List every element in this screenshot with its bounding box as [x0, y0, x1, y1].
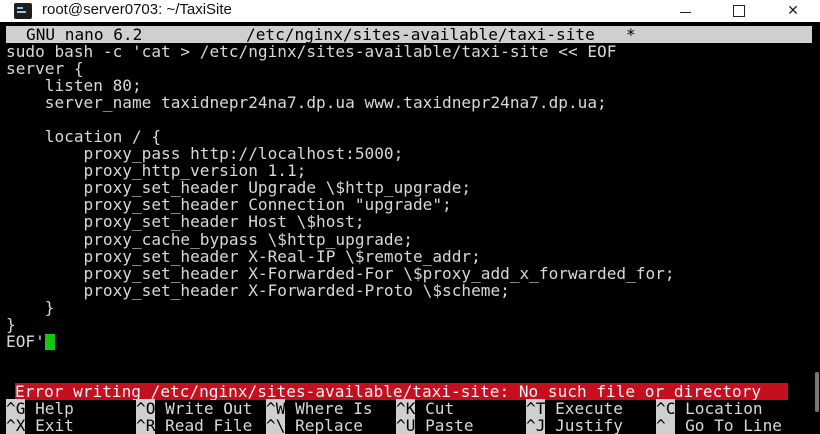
code-line-text: EOF': [6, 331, 45, 351]
shortcut-key: ^_: [656, 416, 676, 434]
nano-version: GNU nano 6.2: [26, 25, 143, 44]
shortcut-go-to-line[interactable]: ^_ Go To Line: [656, 416, 782, 434]
code-line: location / {: [6, 127, 162, 147]
shortcut-where-is[interactable]: ^W Where Is: [266, 399, 373, 418]
shortcut-label: Paste: [415, 416, 474, 434]
code-line: proxy_set_header X-Forwarded-For \$proxy…: [6, 263, 675, 283]
shortcut-paste[interactable]: ^U Paste: [396, 416, 474, 434]
minimize-button[interactable]: [658, 0, 712, 22]
shortcut-key: ^\: [266, 416, 286, 434]
minimize-icon: [679, 11, 691, 13]
code-line: proxy_set_header X-Real-IP \$remote_addr…: [6, 246, 481, 266]
shortcut-label: Replace: [285, 416, 363, 434]
code-line: proxy_set_header X-Forwarded-Proto \$sch…: [6, 280, 510, 300]
window-title: root@server0703: ~/TaxiSite: [42, 1, 232, 18]
title-bar[interactable]: root@server0703: ~/TaxiSite ✕: [0, 0, 820, 22]
nano-filename: /etc/nginx/sites-available/taxi-site: [246, 25, 595, 44]
shortcut-key: ^R: [136, 416, 156, 434]
code-line: proxy_set_header Connection "upgrade";: [6, 195, 452, 215]
shortcut-exit[interactable]: ^X Exit: [6, 416, 74, 434]
code-line: server {: [6, 59, 84, 79]
shortcut-replace[interactable]: ^\ Replace: [266, 416, 363, 434]
shortcut-key: ^X: [6, 416, 26, 434]
code-line: proxy_cache_bypass \$http_upgrade;: [6, 229, 413, 249]
shortcut-label: Exit: [25, 416, 74, 434]
code-line: server_name taxidnepr24na7.dp.ua www.tax…: [6, 93, 607, 113]
shortcut-execute[interactable]: ^T Execute: [526, 399, 623, 418]
shortcut-label: Go To Line: [675, 416, 782, 434]
code-line: listen 80;: [6, 76, 142, 96]
shortcut-cut[interactable]: ^K Cut: [396, 399, 454, 418]
code-line-last: EOF': [6, 333, 812, 350]
shortcut-row-1: ^G Help ^O Write Out ^W Where Is ^K Cut …: [6, 399, 812, 418]
shortcut-bar: ^G Help ^O Write Out ^W Where Is ^K Cut …: [6, 399, 812, 434]
code-line: }: [6, 314, 16, 334]
maximize-button[interactable]: [712, 0, 766, 22]
shortcut-justify[interactable]: ^J Justify: [526, 416, 623, 434]
nano-modified-indicator: *: [626, 25, 636, 44]
code-line: proxy_set_header Upgrade \$http_upgrade;: [6, 178, 472, 198]
shortcut-key: ^J: [526, 416, 546, 434]
editor-text-area[interactable]: sudo bash -c 'cat > /etc/nginx/sites-ava…: [6, 43, 812, 350]
status-error-message: Error writing /etc/nginx/sites-available…: [15, 383, 788, 400]
shortcut-location[interactable]: ^C Location: [656, 399, 763, 418]
code-line: proxy_set_header Host \$host;: [6, 212, 365, 232]
shortcut-key: ^U: [396, 416, 416, 434]
scrollbar-thumb[interactable]: [815, 372, 819, 412]
code-line: sudo bash -c 'cat > /etc/nginx/sites-ava…: [6, 42, 617, 61]
terminal-window: root@server0703: ~/TaxiSite ✕ GNU nano 6…: [0, 0, 820, 434]
shortcut-help[interactable]: ^G Help: [6, 399, 74, 418]
close-button[interactable]: ✕: [766, 0, 820, 22]
maximize-icon: [733, 5, 745, 17]
text-cursor: [44, 333, 55, 350]
terminal-icon: [14, 3, 32, 19]
window-controls: ✕: [658, 0, 820, 22]
code-line: proxy_http_version 1.1;: [6, 161, 307, 181]
close-icon: ✕: [787, 3, 799, 19]
vertical-scrollbar[interactable]: [812, 22, 820, 434]
shortcut-read-file[interactable]: ^R Read File: [136, 416, 253, 434]
code-line: }: [6, 297, 55, 317]
shortcut-label: Read File: [155, 416, 253, 434]
shortcut-row-2: ^X Exit ^R Read File ^\ Replace ^U Paste…: [6, 416, 812, 434]
shortcut-write-out[interactable]: ^O Write Out: [136, 399, 252, 418]
shortcut-label: Justify: [545, 416, 623, 434]
nano-header-bar: GNU nano 6.2 /etc/nginx/sites-available/…: [6, 26, 812, 43]
code-line: proxy_pass http://localhost:5000;: [6, 144, 404, 164]
